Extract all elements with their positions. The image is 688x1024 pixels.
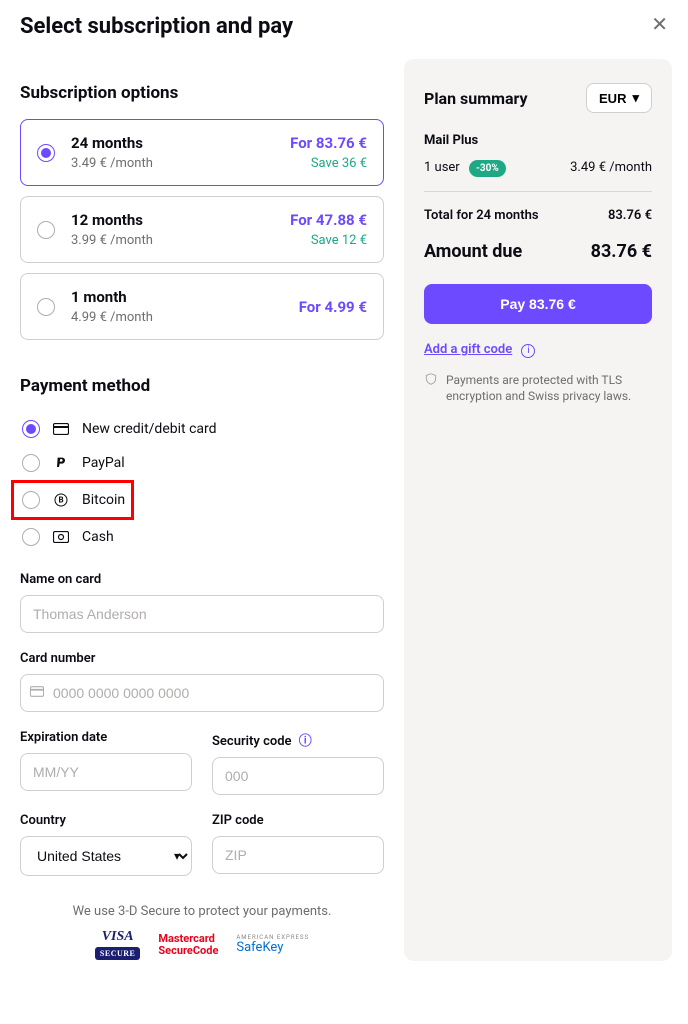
shield-icon bbox=[424, 372, 438, 391]
payment-method-label: PayPal bbox=[82, 455, 125, 471]
subscription-per: 4.99 € /month bbox=[71, 310, 283, 325]
mastercard-securecode-logo: Mastercard SecureCode bbox=[158, 933, 218, 957]
card-number-input[interactable] bbox=[20, 674, 384, 712]
payment-method-cash[interactable]: Cash bbox=[20, 520, 384, 554]
divider bbox=[424, 191, 652, 192]
card-number-label: Card number bbox=[20, 651, 384, 666]
user-count: 1 user bbox=[424, 160, 460, 175]
zip-input[interactable] bbox=[212, 836, 384, 874]
radio-icon bbox=[22, 420, 40, 438]
payment-method-paypal[interactable]: PayPal bbox=[20, 446, 384, 480]
subscription-per: 3.49 € /month bbox=[71, 156, 274, 171]
expiration-input[interactable] bbox=[20, 753, 192, 791]
protection-text: Payments are protected with TLS encrypti… bbox=[446, 372, 652, 406]
radio-icon bbox=[22, 528, 40, 546]
subscription-duration: 12 months bbox=[71, 211, 274, 229]
security-code-label: Security code ⓘ bbox=[212, 730, 384, 749]
subscription-option-12[interactable]: 12 months 3.99 € /month For 47.88 € Save… bbox=[20, 196, 384, 263]
subscription-option-24[interactable]: 24 months 3.49 € /month For 83.76 € Save… bbox=[20, 119, 384, 186]
security-code-input[interactable] bbox=[212, 757, 384, 795]
total-value: 83.76 € bbox=[608, 208, 652, 223]
payment-method-label: New credit/debit card bbox=[82, 421, 217, 437]
card-icon bbox=[30, 685, 44, 701]
expiration-label: Expiration date bbox=[20, 730, 192, 745]
subscription-section-title: Subscription options bbox=[20, 83, 384, 103]
card-icon bbox=[52, 423, 70, 435]
page-title: Select subscription and pay bbox=[20, 14, 293, 39]
paypal-icon bbox=[52, 455, 70, 471]
payment-method-card[interactable]: New credit/debit card bbox=[20, 412, 384, 446]
currency-select[interactable]: EUR ▾ bbox=[586, 83, 652, 113]
radio-icon bbox=[22, 454, 40, 472]
payment-method-label: Bitcoin bbox=[82, 492, 125, 508]
radio-icon bbox=[37, 221, 55, 239]
country-label: Country bbox=[20, 813, 192, 828]
cash-icon bbox=[52, 531, 70, 543]
svg-text:B: B bbox=[58, 496, 63, 505]
chevron-down-icon: ▾ bbox=[632, 90, 639, 106]
radio-icon bbox=[37, 144, 55, 162]
country-select[interactable]: United States bbox=[20, 836, 192, 876]
close-icon[interactable]: ✕ bbox=[651, 14, 668, 34]
total-label: Total for 24 months bbox=[424, 208, 539, 223]
subscription-save: Save 36 € bbox=[290, 156, 367, 171]
name-on-card-input[interactable] bbox=[20, 595, 384, 633]
visa-secure-logo: VISA SECURE bbox=[95, 929, 140, 961]
add-gift-code-link[interactable]: Add a gift code bbox=[424, 342, 512, 357]
subscription-save: Save 12 € bbox=[290, 233, 367, 248]
payment-method-bitcoin[interactable]: B Bitcoin bbox=[20, 487, 125, 513]
plan-name: Mail Plus bbox=[424, 133, 652, 148]
subscription-option-1[interactable]: 1 month 4.99 € /month For 4.99 € bbox=[20, 273, 384, 340]
payment-method-bitcoin-highlight: B Bitcoin bbox=[11, 480, 134, 520]
amex-safekey-logo: AMERICAN EXPRESS SafeKey bbox=[236, 935, 309, 956]
name-on-card-label: Name on card bbox=[20, 572, 384, 587]
subscription-duration: 1 month bbox=[71, 288, 283, 306]
pay-button[interactable]: Pay 83.76 € bbox=[424, 284, 652, 324]
secure-logos: VISA SECURE Mastercard SecureCode AMERIC… bbox=[20, 929, 384, 961]
subscription-price: For 47.88 € bbox=[290, 211, 367, 229]
payment-section-title: Payment method bbox=[20, 376, 384, 396]
info-icon[interactable]: ⓘ bbox=[299, 734, 312, 749]
subscription-duration: 24 months bbox=[71, 134, 274, 152]
bitcoin-icon: B bbox=[52, 492, 70, 508]
amount-due-label: Amount due bbox=[424, 241, 522, 262]
discount-badge: -30% bbox=[469, 160, 506, 177]
subscription-price: For 4.99 € bbox=[299, 298, 367, 316]
radio-icon bbox=[22, 491, 40, 509]
info-icon[interactable]: i bbox=[521, 344, 535, 358]
secure-note: We use 3-D Secure to protect your paymen… bbox=[20, 904, 384, 919]
plan-summary-title: Plan summary bbox=[424, 89, 528, 108]
subscription-per: 3.99 € /month bbox=[71, 233, 274, 248]
radio-icon bbox=[37, 298, 55, 316]
payment-method-label: Cash bbox=[82, 529, 114, 545]
zip-label: ZIP code bbox=[212, 813, 384, 828]
amount-due-value: 83.76 € bbox=[591, 241, 652, 262]
subscription-price: For 83.76 € bbox=[290, 134, 367, 152]
user-price: 3.49 € /month bbox=[570, 160, 652, 175]
